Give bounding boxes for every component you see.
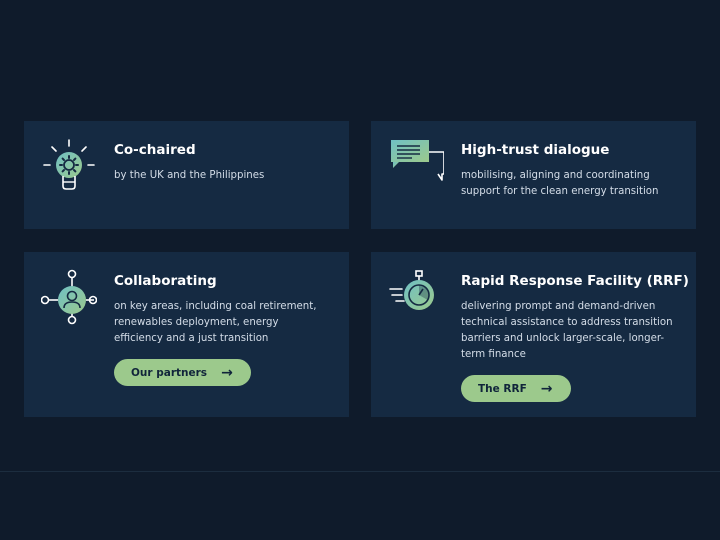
lightbulb-gear-icon: [41, 138, 97, 194]
desc-line: renewables deployment, energy: [114, 317, 279, 328]
arrow-right-icon: →: [540, 380, 553, 397]
card-content: Co-chaired by the UK and the Philippines: [114, 141, 335, 184]
stopwatch-icon: [388, 269, 444, 325]
page: Co-chaired by the UK and the Philippines: [0, 0, 720, 540]
desc-line: on key areas, including coal retirement,: [114, 301, 317, 312]
card-title: Collaborating: [114, 273, 217, 289]
card-co-chaired: Co-chaired by the UK and the Philippines: [24, 121, 349, 229]
card-title: High-trust dialogue: [461, 142, 610, 158]
chat-bubble-icon: [388, 138, 444, 194]
the-rrf-button[interactable]: The RRF →: [461, 375, 571, 402]
desc-line: mobilising, aligning and coordinating: [461, 170, 650, 181]
card-description: mobilising, aligning and coordinating su…: [461, 168, 682, 200]
desc-line: by the UK and the Philippines: [114, 170, 265, 181]
card-title: Co-chaired: [114, 142, 196, 158]
card-content: High-trust dialogue mobilising, aligning…: [461, 141, 682, 200]
desc-line: support for the clean energy transition: [461, 186, 659, 197]
card-title: Rapid Response Facility (RRF): [461, 273, 689, 289]
card-rapid-response-facility: Rapid Response Facility (RRF) delivering…: [371, 252, 696, 417]
card-content: Rapid Response Facility (RRF) delivering…: [461, 272, 689, 402]
button-label: The RRF: [478, 382, 527, 395]
card-content: Collaborating on key areas, including co…: [114, 272, 335, 386]
arrow-right-icon: →: [221, 364, 233, 381]
desc-line: term finance: [461, 349, 526, 360]
desc-line: efficiency and a just transition: [114, 333, 269, 344]
card-high-trust-dialogue: High-trust dialogue mobilising, aligning…: [371, 121, 696, 229]
network-person-icon: [41, 269, 97, 325]
desc-line: barriers and unlock larger-scale, longer…: [461, 333, 665, 344]
card-description: by the UK and the Philippines: [114, 168, 335, 184]
desc-line: delivering prompt and demand-driven: [461, 301, 656, 312]
divider: [0, 471, 720, 472]
our-partners-button[interactable]: Our partners →: [114, 359, 251, 386]
desc-line: technical assistance to address transiti…: [461, 317, 673, 328]
button-label: Our partners: [131, 366, 208, 379]
card-collaborating: Collaborating on key areas, including co…: [24, 252, 349, 417]
card-description: delivering prompt and demand-driven tech…: [461, 299, 682, 363]
card-description: on key areas, including coal retirement,…: [114, 299, 335, 347]
